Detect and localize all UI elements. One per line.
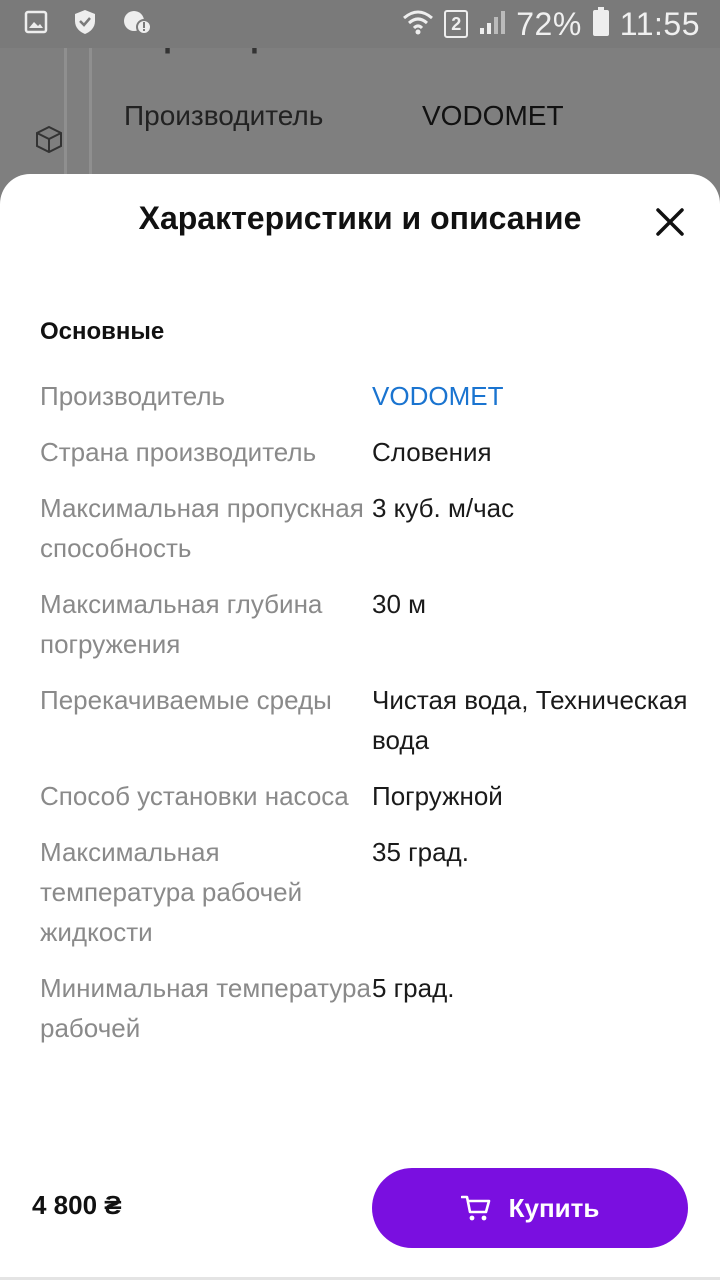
- section-title: Основные: [40, 318, 165, 345]
- manufacturer-link[interactable]: VODOMET: [372, 376, 690, 416]
- spec-row: Страна производитель Словения: [40, 432, 690, 472]
- battery-percent: 72%: [516, 5, 582, 42]
- wifi-icon: [402, 9, 434, 40]
- background-row-label: Производитель: [124, 100, 324, 131]
- close-button[interactable]: [650, 204, 690, 244]
- close-icon: [655, 207, 685, 242]
- buy-button[interactable]: Купить: [372, 1168, 688, 1248]
- spec-value: 5 град.: [372, 973, 455, 1003]
- sheet-title: Характеристики и описание: [138, 200, 582, 236]
- buy-button-label: Купить: [508, 1192, 600, 1223]
- spec-value: 30 м: [372, 589, 427, 619]
- spec-row: Перекачиваемые среды Чистая вода, Технич…: [40, 680, 690, 760]
- signal-icon: [478, 8, 506, 41]
- spec-row: Способ установки насоса Погружной: [40, 776, 690, 816]
- cart-icon: [460, 1194, 491, 1222]
- sim-icon: 2: [444, 10, 469, 38]
- vpn-alert-icon: [122, 9, 152, 40]
- clock: 11:55: [619, 5, 700, 42]
- characteristics-sheet: Характеристики и описание Основные Произ…: [0, 174, 720, 1280]
- background-rail: [64, 48, 92, 188]
- spec-row: Максимальная температура рабочей жидкост…: [40, 832, 690, 952]
- background-row-value: VODOMET: [422, 100, 564, 131]
- spec-list: Производитель VODOMET Страна производите…: [40, 376, 690, 1064]
- spec-value: Словения: [372, 437, 492, 467]
- spec-label: Минимальная температура рабочей: [40, 973, 371, 1043]
- spec-value: Погружной: [372, 781, 503, 811]
- spec-label: Перекачиваемые среды: [40, 685, 332, 715]
- price: 4 800 ₴: [32, 1190, 122, 1220]
- spec-row: Производитель VODOMET: [40, 376, 690, 416]
- spec-row: Максимальная пропускная способность 3 ку…: [40, 488, 690, 568]
- spec-label: Максимальная глубина погружения: [40, 589, 323, 659]
- spec-value: 35 град.: [372, 837, 469, 867]
- spec-label: Производитель: [40, 381, 226, 411]
- spec-row: Максимальная глубина погружения 30 м: [40, 584, 690, 664]
- spec-value: 3 куб. м/час: [372, 493, 515, 523]
- gallery-icon: [24, 10, 48, 39]
- spec-label: Страна производитель: [40, 437, 317, 467]
- spec-value: Чистая вода, Техническая вода: [372, 685, 688, 755]
- status-bar: 2 72% 11:55: [0, 0, 720, 48]
- spec-label: Максимальная пропускная способность: [40, 493, 364, 563]
- spec-label: Способ установки насоса: [40, 781, 349, 811]
- buy-bar: 4 800 ₴ Купить: [0, 1140, 720, 1280]
- battery-icon: [592, 6, 610, 42]
- shield-icon: [74, 9, 96, 40]
- spec-label: Максимальная температура рабочей жидкост…: [40, 837, 303, 947]
- spec-row: Минимальная температура рабочей 5 град.: [40, 968, 690, 1048]
- cube-icon: [34, 124, 64, 159]
